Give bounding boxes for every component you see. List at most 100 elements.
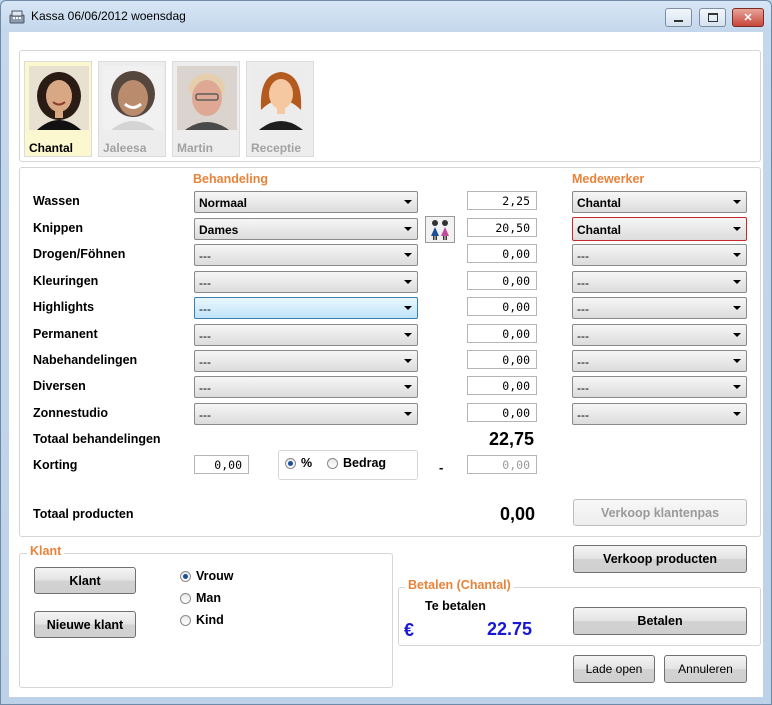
kassa-window: Kassa 06/06/2012 woensdag ✕ Chantal Jale… — [0, 0, 772, 705]
employee-select-kleuringen[interactable]: --- — [572, 271, 747, 293]
gender-radio-vrouw[interactable]: Vrouw — [180, 569, 234, 583]
sell-products-button[interactable]: Verkoop producten — [573, 545, 747, 573]
chevron-down-icon — [733, 253, 741, 257]
row-label: Wassen — [33, 194, 80, 208]
radio-checked-icon — [180, 570, 191, 582]
chevron-down-icon — [404, 412, 412, 416]
treatments-total-value: 22,75 — [489, 429, 535, 449]
staff-chantal[interactable]: Chantal — [24, 61, 92, 157]
employee-select-drogen[interactable]: --- — [572, 244, 747, 266]
employee-select-knippen[interactable]: Chantal — [572, 217, 747, 241]
employee-select-diversen[interactable]: --- — [572, 376, 747, 398]
chevron-down-icon — [404, 253, 412, 257]
chevron-down-icon — [404, 306, 412, 310]
maximize-icon — [707, 13, 718, 22]
treatment-select-knippen[interactable]: Dames — [194, 218, 418, 240]
treatment-select-kleuringen[interactable]: --- — [194, 271, 418, 293]
women-icon[interactable] — [425, 216, 455, 243]
cancel-button[interactable]: Annuleren — [664, 655, 747, 683]
price-input-permanent[interactable]: 0,00 — [467, 324, 537, 343]
treatments-total-label: Totaal behandelingen — [33, 432, 161, 446]
maximize-button[interactable] — [699, 8, 726, 27]
treatment-header: Behandeling — [193, 172, 269, 186]
treatment-select-zonnestudio[interactable]: --- — [194, 403, 418, 425]
treatment-select-permanent[interactable]: --- — [194, 324, 418, 346]
staff-photo-jaleesa — [103, 66, 163, 130]
chevron-down-icon — [733, 412, 741, 416]
client-area: Chantal Jaleesa Martin Receptie Behandel… — [9, 32, 763, 697]
discount-input[interactable]: 0,00 — [194, 455, 249, 474]
gender-radio-kind[interactable]: Kind — [180, 613, 224, 627]
chevron-down-icon — [404, 200, 412, 204]
row-label: Zonnestudio — [33, 406, 108, 420]
discount-amount-radio[interactable]: Bedrag — [327, 456, 386, 470]
staff-name: Jaleesa — [103, 141, 147, 155]
window-title: Kassa 06/06/2012 woensdag — [31, 9, 186, 23]
minimize-icon — [674, 19, 683, 22]
price-input-wassen[interactable]: 2,25 — [467, 191, 537, 210]
payment-group-title: Betalen (Chantal) — [405, 578, 514, 592]
employee-select-permanent[interactable]: --- — [572, 324, 747, 346]
price-input-knippen[interactable]: 20,50 — [467, 218, 537, 237]
client-button[interactable]: Klant — [34, 567, 136, 594]
chevron-down-icon — [733, 333, 741, 337]
treatment-select-nabehandelingen[interactable]: --- — [194, 350, 418, 372]
open-drawer-button[interactable]: Lade open — [573, 655, 655, 683]
chevron-down-icon — [404, 227, 412, 231]
staff-martin[interactable]: Martin — [172, 61, 240, 157]
employee-select-zonnestudio[interactable]: --- — [572, 403, 747, 425]
radio-unchecked-icon — [327, 457, 338, 469]
pay-button[interactable]: Betalen — [573, 607, 747, 635]
register-icon — [9, 10, 25, 24]
amount-to-pay: 22.75 — [487, 619, 533, 639]
price-input-zonnestudio[interactable]: 0,00 — [467, 403, 537, 422]
treatment-select-drogen[interactable]: --- — [194, 244, 418, 266]
gender-radio-man[interactable]: Man — [180, 591, 221, 605]
title-bar: Kassa 06/06/2012 woensdag ✕ — [1, 1, 771, 31]
chevron-down-icon — [733, 359, 741, 363]
close-button[interactable]: ✕ — [732, 8, 764, 27]
sell-card-button[interactable]: Verkoop klantenpas — [573, 499, 747, 526]
products-total-label: Totaal producten — [33, 507, 134, 521]
price-input-diversen[interactable]: 0,00 — [467, 376, 537, 395]
staff-receptie[interactable]: Receptie — [246, 61, 314, 157]
close-icon: ✕ — [743, 12, 753, 24]
price-input-kleuringen[interactable]: 0,00 — [467, 271, 537, 290]
price-input-highlights[interactable]: 0,00 — [467, 297, 537, 316]
radio-unchecked-icon — [180, 614, 191, 626]
employee-header: Medewerker — [572, 172, 645, 186]
chevron-down-icon — [733, 200, 741, 204]
treatment-select-wassen[interactable]: Normaal — [194, 191, 418, 213]
staff-photo-receptie — [251, 66, 311, 130]
new-client-button[interactable]: Nieuwe klant — [34, 611, 136, 638]
staff-name: Martin — [177, 141, 213, 155]
treatment-select-highlights[interactable]: --- — [194, 297, 418, 319]
price-input-nabehandelingen[interactable]: 0,00 — [467, 350, 537, 369]
employee-select-highlights[interactable]: --- — [572, 297, 747, 319]
staff-name: Receptie — [251, 141, 302, 155]
radio-checked-icon — [285, 457, 296, 469]
row-label: Diversen — [33, 379, 86, 393]
staff-photo-martin — [177, 66, 237, 130]
employee-select-nabehandelingen[interactable]: --- — [572, 350, 747, 372]
row-label: Permanent — [33, 327, 98, 341]
euro-sign: € — [404, 620, 415, 640]
row-label: Knippen — [33, 221, 83, 235]
treatment-select-diversen[interactable]: --- — [194, 376, 418, 398]
discount-percent-radio[interactable]: % — [285, 456, 312, 470]
price-input-drogen[interactable]: 0,00 — [467, 244, 537, 263]
staff-name: Chantal — [29, 141, 74, 155]
chevron-down-icon — [404, 385, 412, 389]
radio-unchecked-icon — [180, 592, 191, 604]
staff-jaleesa[interactable]: Jaleesa — [98, 61, 166, 157]
staff-photo-chantal — [29, 66, 89, 130]
products-total-value: 0,00 — [500, 504, 536, 524]
chevron-down-icon — [404, 333, 412, 337]
chevron-down-icon — [404, 280, 412, 284]
minimize-button[interactable] — [665, 8, 692, 27]
chevron-down-icon — [733, 385, 741, 389]
row-label: Nabehandelingen — [33, 353, 138, 367]
employee-select-wassen[interactable]: Chantal — [572, 191, 747, 213]
staff-panel: Chantal Jaleesa Martin Receptie — [19, 50, 761, 162]
discount-result: 0,00 — [467, 455, 537, 474]
